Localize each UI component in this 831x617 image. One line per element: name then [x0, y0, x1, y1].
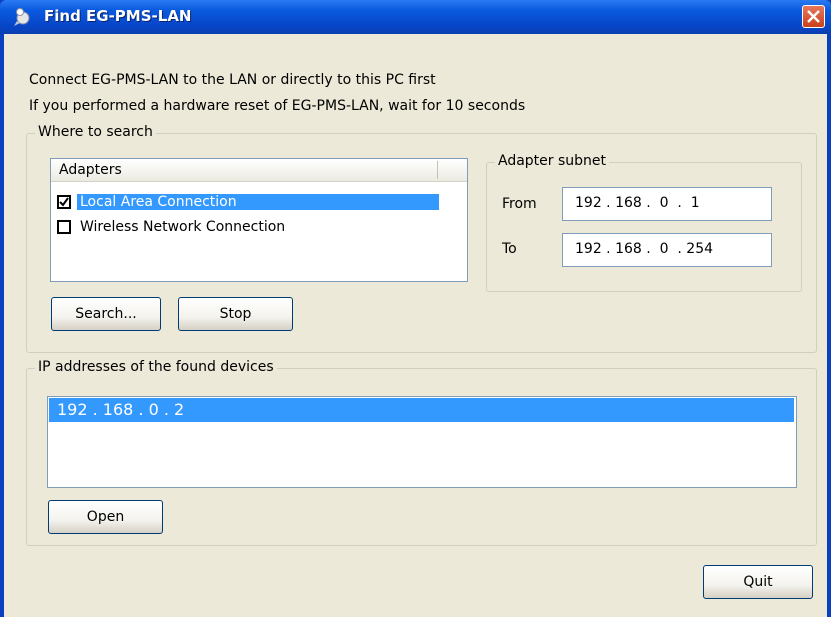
adapters-column-header[interactable]: Adapters: [51, 159, 467, 182]
where-to-search-label: Where to search: [35, 124, 156, 140]
adapter-subnet-group: Adapter subnet From 192 . 168 . 0 . 1 To…: [486, 153, 802, 292]
to-label: To: [502, 241, 517, 257]
stop-button[interactable]: Stop: [178, 297, 293, 331]
adapter-subnet-label: Adapter subnet: [495, 153, 610, 169]
to-ip-field[interactable]: 192 . 168 . 0 . 254: [562, 233, 772, 267]
adapter-checkbox-local-area[interactable]: [57, 195, 71, 209]
found-devices-label: IP addresses of the found devices: [35, 359, 277, 375]
found-device-ip: 192 . 168 . 0 . 2: [57, 400, 185, 419]
instruction-line-1: Connect EG-PMS-LAN to the LAN or directl…: [29, 72, 436, 88]
adapter-label-wireless: Wireless Network Connection: [80, 219, 286, 235]
adapter-label-local-area: Local Area Connection: [77, 194, 439, 210]
to-ip-value: 192 . 168 . 0 . 254: [575, 241, 714, 257]
quit-button[interactable]: Quit: [703, 565, 813, 599]
title-bar[interactable]: Find EG-PMS-LAN: [0, 0, 831, 34]
adapters-listview[interactable]: Adapters Local Area Connection Wireless …: [50, 158, 468, 282]
instruction-line-2: If you performed a hardware reset of EG-…: [29, 98, 526, 114]
where-to-search-group: Where to search Adapters Local Area Conn…: [26, 124, 817, 353]
from-label: From: [502, 196, 537, 212]
app-icon: [12, 6, 34, 28]
from-ip-value: 192 . 168 . 0 . 1: [575, 195, 700, 211]
open-button[interactable]: Open: [48, 500, 163, 534]
close-icon: [807, 10, 820, 23]
search-button[interactable]: Search...: [51, 297, 161, 331]
found-device-item[interactable]: 192 . 168 . 0 . 2: [49, 398, 794, 422]
dialog-client-area: Connect EG-PMS-LAN to the LAN or directl…: [4, 34, 827, 617]
adapters-header-label: Adapters: [59, 162, 122, 178]
from-ip-field[interactable]: 192 . 168 . 0 . 1: [562, 187, 772, 221]
found-devices-list[interactable]: 192 . 168 . 0 . 2: [47, 396, 797, 488]
checkmark-icon: [59, 197, 69, 207]
window-title: Find EG-PMS-LAN: [44, 7, 192, 25]
column-divider[interactable]: [437, 161, 438, 179]
dialog-window: Find EG-PMS-LAN Connect EG-PMS-LAN to th…: [0, 0, 831, 617]
close-button[interactable]: [802, 5, 825, 28]
adapter-checkbox-wireless[interactable]: [57, 220, 71, 234]
found-devices-group: IP addresses of the found devices 192 . …: [26, 359, 817, 546]
